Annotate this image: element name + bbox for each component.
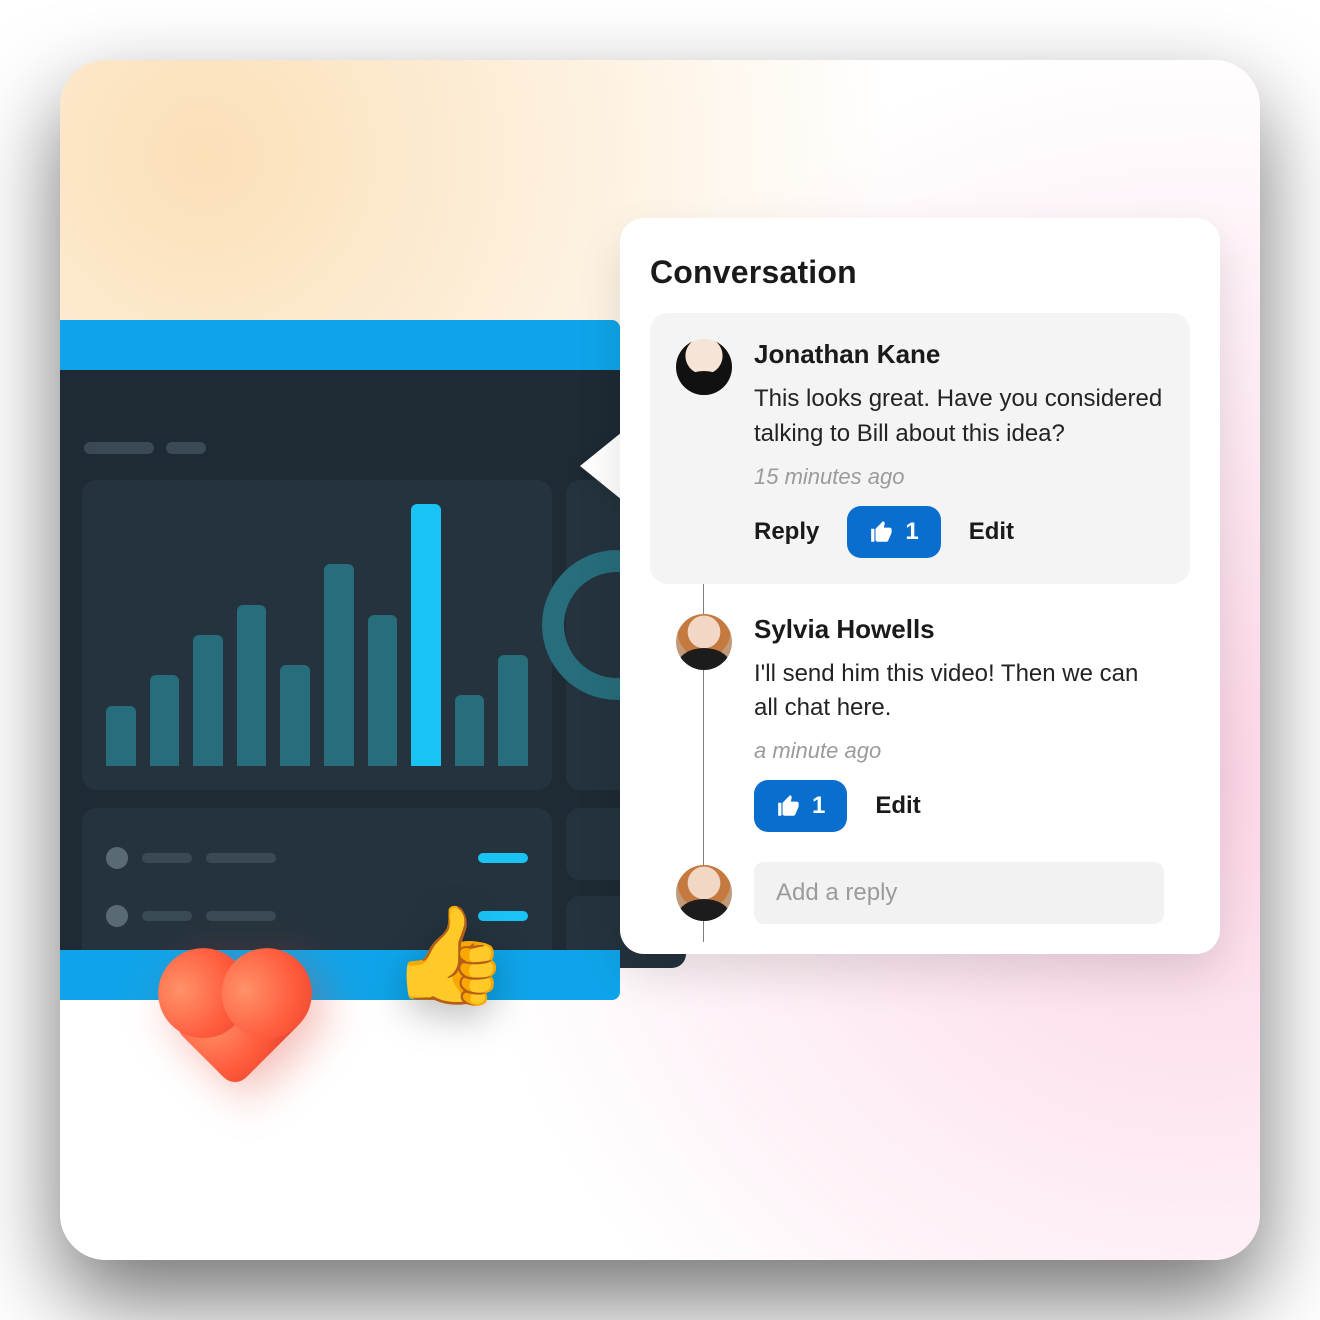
comment-timestamp: a minute ago [754, 738, 1164, 764]
reply-row [650, 862, 1190, 924]
dashboard-titlebar [60, 320, 620, 370]
reply-input[interactable] [754, 862, 1164, 924]
bar [368, 615, 398, 766]
comment-item: Sylvia Howells I'll send him this video!… [650, 614, 1190, 833]
promo-stage: 👍 Conversation Jonathan Kane This looks … [60, 60, 1260, 1260]
bar [106, 706, 136, 766]
bar [237, 605, 267, 766]
dashboard-preview [60, 320, 620, 1000]
avatar [676, 339, 732, 395]
speech-pointer [580, 432, 622, 500]
like-count: 1 [812, 792, 825, 820]
thumbs-up-icon [869, 519, 895, 545]
bar [150, 675, 180, 766]
comment-actions: Reply 1 Edit [754, 506, 1164, 558]
like-button[interactable]: 1 [754, 780, 847, 832]
comment-item: Jonathan Kane This looks great. Have you… [650, 313, 1190, 584]
reply-button[interactable]: Reply [754, 518, 819, 546]
bar [324, 564, 354, 766]
dashboard-footer [60, 950, 620, 1000]
bar-chart [106, 504, 528, 766]
row-avatar [106, 905, 128, 927]
dashboard-body [60, 370, 620, 950]
comment-author: Jonathan Kane [754, 339, 1164, 370]
edit-button[interactable]: Edit [969, 518, 1014, 546]
comment-timestamp: 15 minutes ago [754, 464, 1164, 490]
bar [498, 655, 528, 766]
row-avatar [106, 847, 128, 869]
bar [193, 635, 223, 766]
avatar [676, 865, 732, 921]
thumbs-up-icon [776, 793, 802, 819]
conversation-panel: Conversation Jonathan Kane This looks gr… [620, 218, 1220, 954]
like-button[interactable]: 1 [847, 506, 940, 558]
comment-author: Sylvia Howells [754, 614, 1164, 645]
like-count: 1 [905, 518, 918, 546]
edit-button[interactable]: Edit [875, 792, 920, 820]
dashboard-header-skeleton [84, 442, 206, 454]
comment-text: This looks great. Have you considered ta… [754, 382, 1164, 452]
bar [411, 504, 441, 766]
avatar [676, 614, 732, 670]
heart-icon [171, 961, 298, 1088]
table-row [106, 838, 528, 878]
comment-text: I'll send him this video! Then we can al… [754, 657, 1164, 727]
bar [455, 695, 485, 766]
bar [280, 665, 310, 766]
thumbs-up-icon: 👍 [390, 908, 510, 1004]
comment-actions: 1 Edit [754, 780, 1164, 832]
panel-title: Conversation [650, 254, 1190, 291]
dashboard-bar-chart-card [82, 480, 552, 790]
